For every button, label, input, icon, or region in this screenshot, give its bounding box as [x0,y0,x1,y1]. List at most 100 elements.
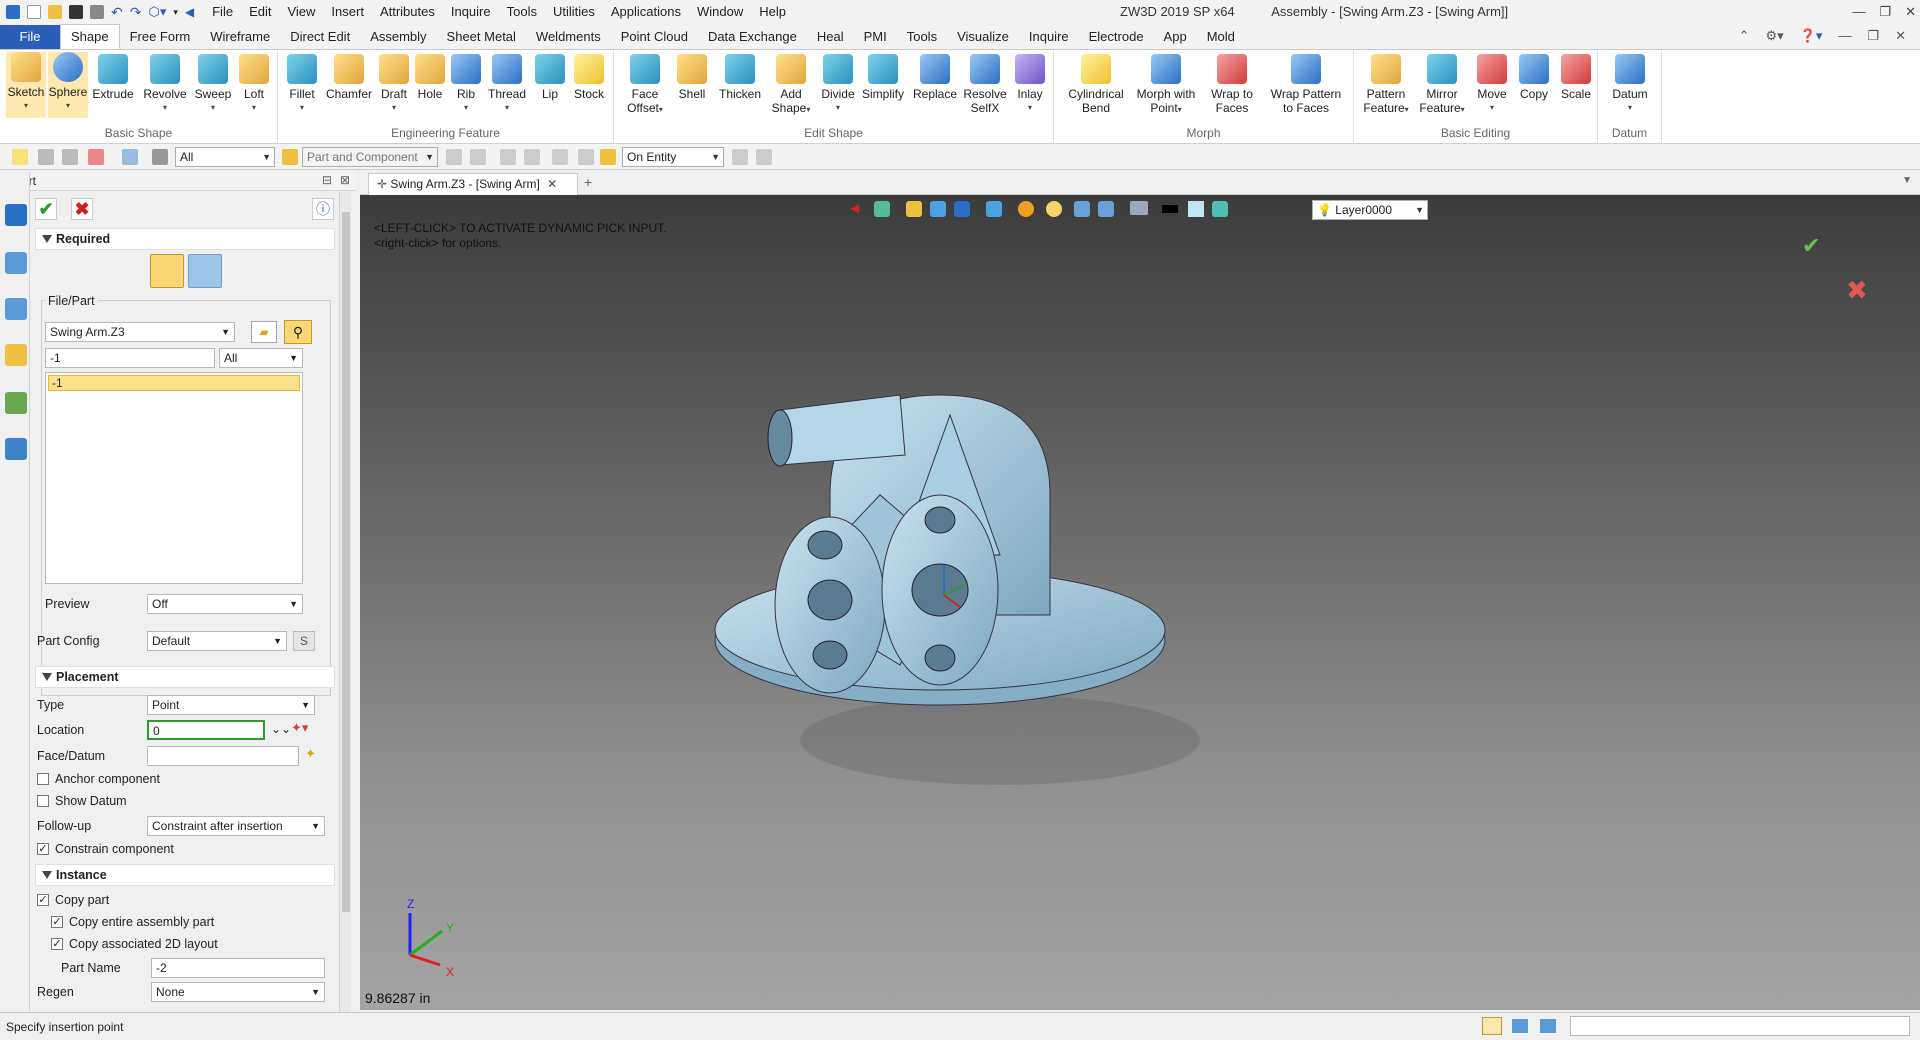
minimize-icon[interactable]: — [1852,0,1865,24]
revolve-button[interactable]: Revolve ▾ [140,54,190,115]
location-input[interactable]: 0 [147,720,265,740]
filter-combo[interactable]: All ▼ [175,147,275,167]
info-button[interactable]: ⓘ [312,198,334,220]
insert-tool-icon[interactable] [5,204,27,226]
select-mode-icon[interactable]: ⬡▾ [148,4,166,20]
swing-arm-model[interactable] [360,195,1920,1010]
tab-sheet-metal[interactable]: Sheet Metal [437,25,526,49]
tab-point-cloud[interactable]: Point Cloud [611,25,698,49]
panel-pin-icon[interactable]: ⊟ [322,173,332,187]
menu-file[interactable]: File [204,0,241,24]
scrollbar-thumb[interactable] [342,212,350,912]
loft-button[interactable]: Loft ▾ [234,54,274,115]
inlay-button[interactable]: Inlay ▾ [1010,54,1050,115]
lip-button[interactable]: Lip [532,54,568,101]
snap-icon[interactable] [600,149,616,165]
tab-visualize[interactable]: Visualize [947,25,1019,49]
tool-a-icon[interactable] [446,149,462,165]
extrude-button[interactable]: Extrude [90,54,136,101]
cylindrical-bend-button[interactable]: Cylindrical Bend [1064,54,1128,115]
tool-h-icon[interactable] [756,149,772,165]
tab-pmi[interactable]: PMI [854,25,897,49]
part-library-icon[interactable] [5,344,27,366]
tab-heal[interactable]: Heal [807,25,854,49]
sphere-button[interactable]: Sphere ▾ [48,52,88,118]
settings-gear-icon[interactable]: ⚙▾ [1766,28,1784,44]
insert-component-icon[interactable] [150,254,184,288]
status-view-c-icon[interactable] [1540,1019,1556,1033]
file-combo[interactable]: Swing Arm.Z3 ▼ [45,322,235,342]
mdi-close-icon[interactable]: ✕ [1895,28,1906,44]
location-expand-icon[interactable]: ⌄⌄ [271,722,291,736]
morph-with-point-button[interactable]: Morph with Point▾ [1134,54,1198,117]
copy-part-checkbox[interactable]: ✓ [37,894,49,906]
restore-icon[interactable]: ❐ [1879,0,1891,24]
draft-button[interactable]: Draft ▾ [376,54,412,115]
face-offset-button[interactable]: Face Offset▾ [620,54,670,117]
list-item[interactable]: -1 [48,375,300,391]
visual-manager-icon[interactable] [5,392,27,414]
pick-combo[interactable]: Part and Component ▼ [302,147,438,167]
datum-button[interactable]: Datum ▾ [1608,54,1652,115]
user-icon[interactable] [5,438,27,460]
tab-inquire[interactable]: Inquire [1019,25,1079,49]
pick-mode-icon[interactable] [282,149,298,165]
part-filter-type-combo[interactable]: All ▼ [219,348,303,368]
menu-view[interactable]: View [279,0,323,24]
part-name-input[interactable]: -2 [151,958,325,978]
assembly-tree-icon[interactable] [5,298,27,320]
tab-app[interactable]: App [1154,25,1197,49]
menu-applications[interactable]: Applications [603,0,689,24]
ok-button[interactable]: ✔ [35,198,57,220]
filter-icon[interactable] [152,149,168,165]
save-icon[interactable] [69,5,83,19]
constrain-component-checkbox[interactable]: ✓ [37,843,49,855]
menu-insert[interactable]: Insert [323,0,372,24]
app-logo-icon[interactable] [6,5,20,19]
menu-inquire[interactable]: Inquire [443,0,499,24]
snap-combo[interactable]: On Entity ▼ [622,147,724,167]
menu-tools[interactable]: Tools [499,0,545,24]
tab-file[interactable]: File [0,25,60,49]
simplify-button[interactable]: Simplify [858,54,908,101]
history-tree-icon[interactable] [5,252,27,274]
undo-icon[interactable]: ↶ [111,4,123,21]
tool-b-icon[interactable] [470,149,486,165]
part-config-combo[interactable]: Default ▼ [147,631,287,651]
close-window-icon[interactable]: ✕ [1905,0,1916,24]
pick-shape-icon[interactable] [122,149,138,165]
open-folder-icon[interactable] [48,5,62,19]
rib-button[interactable]: Rib ▾ [448,54,484,115]
mdi-minimize-icon[interactable]: — [1838,28,1851,44]
menu-edit[interactable]: Edit [241,0,279,24]
tab-electrode[interactable]: Electrode [1079,25,1154,49]
help-icon[interactable]: ❓▾ [1800,28,1823,44]
panel-close-icon[interactable]: ⊠ [340,173,350,187]
qa-dropdown-icon[interactable]: ▾ [173,7,178,18]
tool-e-icon[interactable] [552,149,568,165]
browse-folder-button[interactable]: ▰ [251,321,277,343]
add-shape-button[interactable]: Add Shape▾ [766,54,816,117]
anchor-component-checkbox[interactable] [37,773,49,785]
sweep-button[interactable]: Sweep ▾ [192,54,234,115]
3d-viewport[interactable]: <LEFT-CLICK> TO ACTIVATE DYNAMIC PICK IN… [360,195,1920,1010]
type-combo[interactable]: Point ▼ [147,695,315,715]
face-datum-input[interactable] [147,746,299,766]
copy-2d-checkbox[interactable]: ✓ [51,938,63,950]
new-file-icon[interactable] [27,5,41,19]
move-button[interactable]: Move ▾ [1472,54,1512,115]
chamfer-button[interactable]: Chamfer [324,54,374,101]
tab-assembly[interactable]: Assembly [360,25,436,49]
search-button[interactable]: ⚲ [284,320,312,344]
divide-button[interactable]: Divide ▾ [818,54,858,115]
followup-combo[interactable]: Constraint after insertion ▼ [147,816,325,836]
copy-entire-checkbox[interactable]: ✓ [51,916,63,928]
location-pick-icon[interactable]: ✦▾ [291,720,308,736]
wrap-to-faces-button[interactable]: Wrap to Faces [1204,54,1260,115]
tool-c-icon[interactable] [500,149,516,165]
pick-arrow-icon[interactable] [12,149,28,165]
status-view-b-icon[interactable] [1512,1019,1528,1033]
menu-utilities[interactable]: Utilities [545,0,603,24]
collapse-ribbon-icon[interactable]: ⌃ [1739,28,1750,44]
pick-move-icon[interactable] [38,149,54,165]
